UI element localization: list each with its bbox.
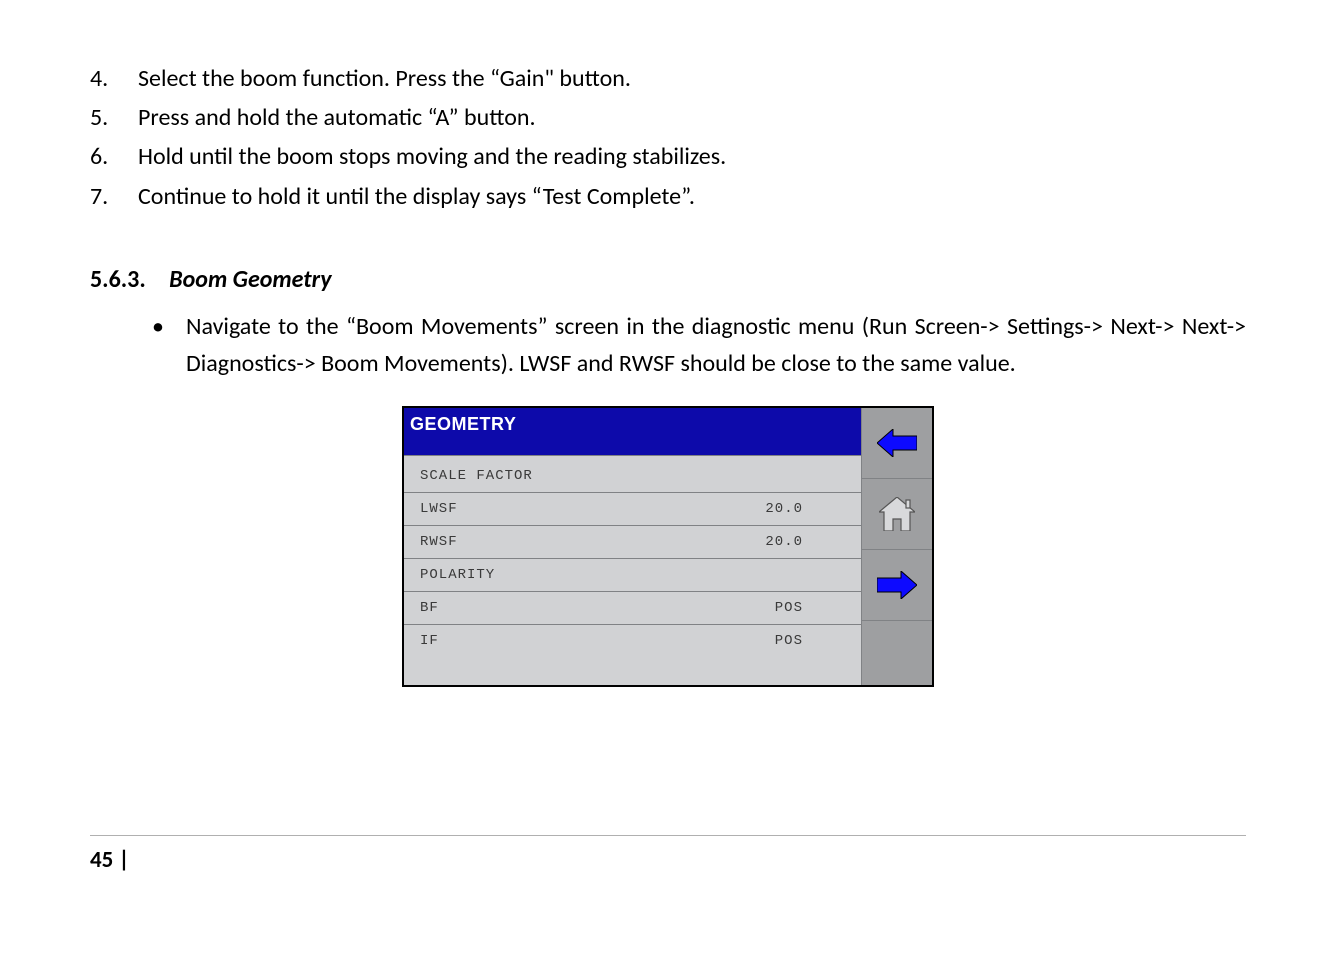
back-button[interactable] [862,408,932,479]
instruction-steps: 4.Select the boom function. Press the “G… [90,60,1246,215]
page-number: 45 | [90,846,129,874]
rwsf-value: 20.0 [765,534,803,550]
rwsf-label: RWSF [420,534,458,550]
polarity-label: POLARITY [404,559,861,592]
step-6: 6.Hold until the boom stops moving and t… [90,138,1246,175]
lwsf-label: LWSF [420,501,458,517]
section-title: Boom Geometry [169,265,331,294]
bf-row: BF POS [404,592,861,625]
side-empty [862,621,932,685]
section-bullets: Navigate to the “Boom Movements” screen … [90,308,1246,382]
back-arrow-icon [877,429,917,457]
section-number: 5.6.3. [90,265,146,294]
bf-value: POS [775,600,803,616]
page-footer: 45 | [90,835,1246,874]
next-button[interactable] [862,550,932,621]
home-button[interactable] [862,479,932,550]
rwsf-row: RWSF 20.0 [404,526,861,559]
section-heading: 5.6.3. Boom Geometry [90,265,1246,294]
bullet-navigate: Navigate to the “Boom Movements” screen … [186,308,1246,382]
screen-title: GEOMETRY [404,408,861,456]
home-icon [879,497,915,531]
forward-arrow-icon [877,571,917,599]
step-4: 4.Select the boom function. Press the “G… [90,60,1246,97]
lwsf-row: LWSF 20.0 [404,493,861,526]
step-7: 7.Continue to hold it until the display … [90,178,1246,215]
side-buttons [861,408,932,685]
lwsf-value: 20.0 [765,501,803,517]
if-row: IF POS [404,625,861,657]
if-label: IF [420,633,439,649]
scale-factor-label: SCALE FACTOR [404,456,861,493]
geometry-screen: GEOMETRY SCALE FACTOR LWSF 20.0 RWSF 20.… [402,406,934,687]
step-5: 5.Press and hold the automatic “A” butto… [90,99,1246,136]
if-value: POS [775,633,803,649]
bf-label: BF [420,600,439,616]
